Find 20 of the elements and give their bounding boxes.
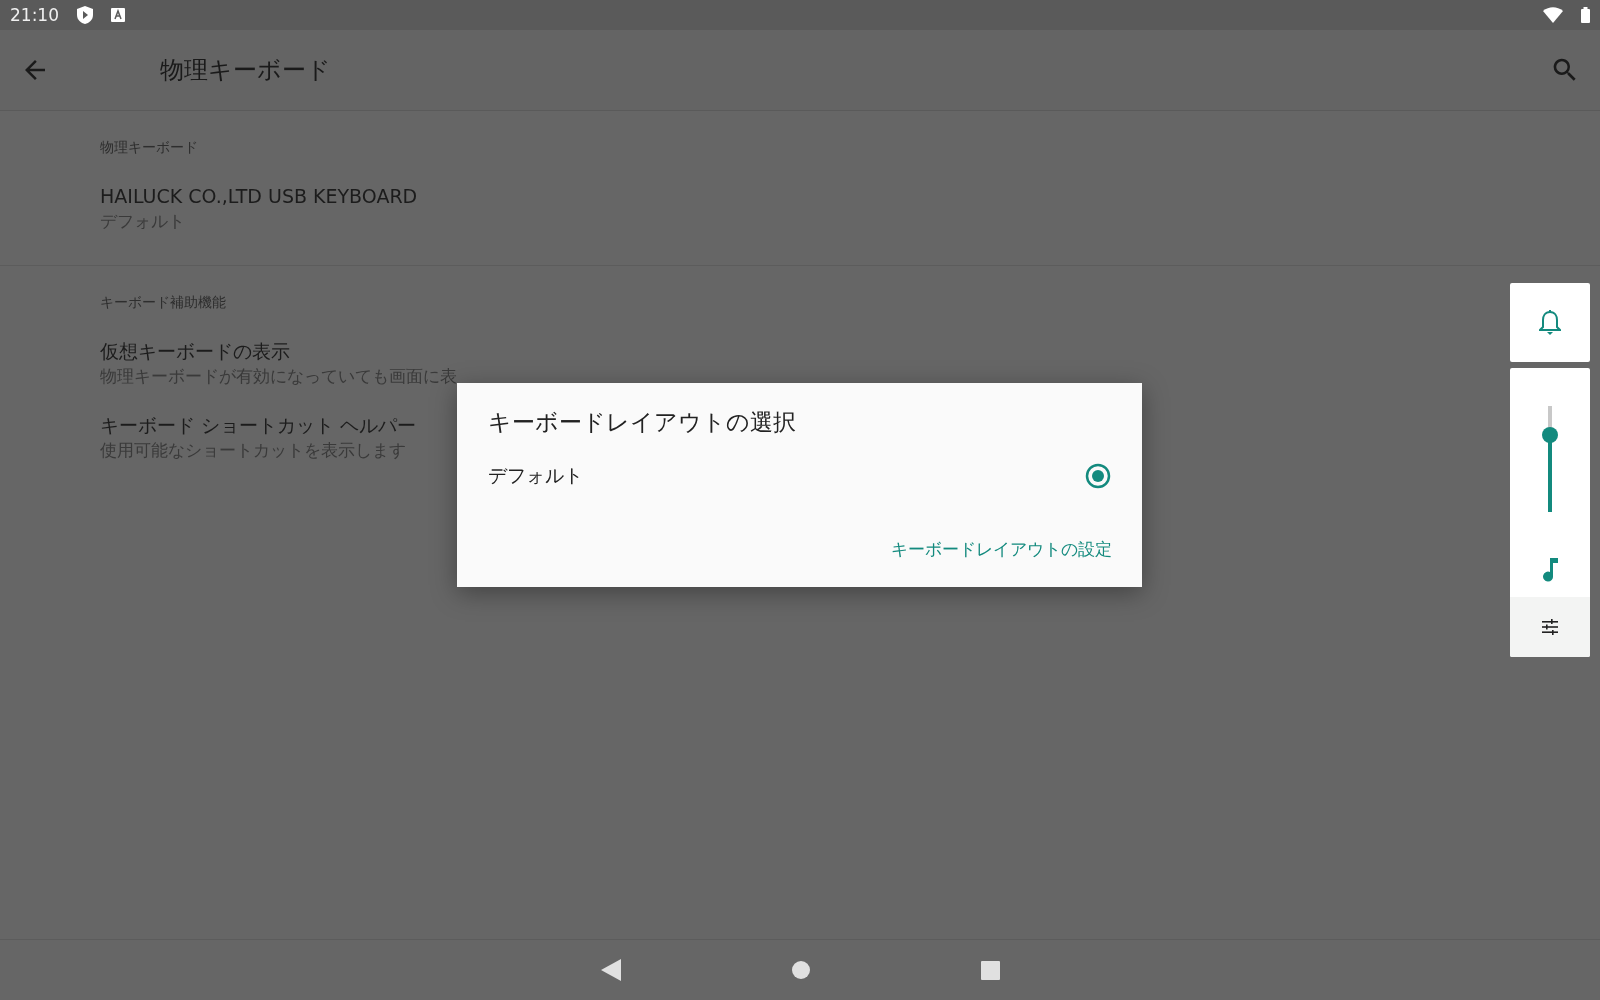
- sliders-icon: [1542, 619, 1558, 635]
- recents-nav-button[interactable]: [980, 960, 1000, 980]
- status-time: 21:10: [10, 5, 59, 25]
- ringer-button[interactable]: [1510, 283, 1590, 362]
- setting-title[interactable]: HAILUCK CO.,LTD USB KEYBOARD: [100, 183, 1600, 209]
- home-nav-button[interactable]: [790, 960, 811, 980]
- sound-settings-button[interactable]: [1510, 597, 1590, 657]
- music-note-icon: [1542, 558, 1558, 582]
- dialog-title: キーボードレイアウトの選択: [488, 408, 797, 437]
- back-nav-button[interactable]: [600, 959, 621, 981]
- radio-button[interactable]: [1084, 462, 1112, 490]
- keyboard-letter-icon: [111, 8, 125, 22]
- layout-settings-button[interactable]: キーボードレイアウトの設定: [891, 538, 1112, 561]
- layout-option[interactable]: デフォルト: [488, 462, 1112, 490]
- shield-play-icon: [77, 6, 93, 24]
- battery-icon: [1581, 7, 1590, 23]
- page-title: 物理キーボード: [160, 55, 332, 86]
- wifi-icon: [1543, 7, 1563, 23]
- bell-icon: [1539, 309, 1561, 336]
- setting-title[interactable]: 仮想キーボードの表示: [100, 338, 1600, 364]
